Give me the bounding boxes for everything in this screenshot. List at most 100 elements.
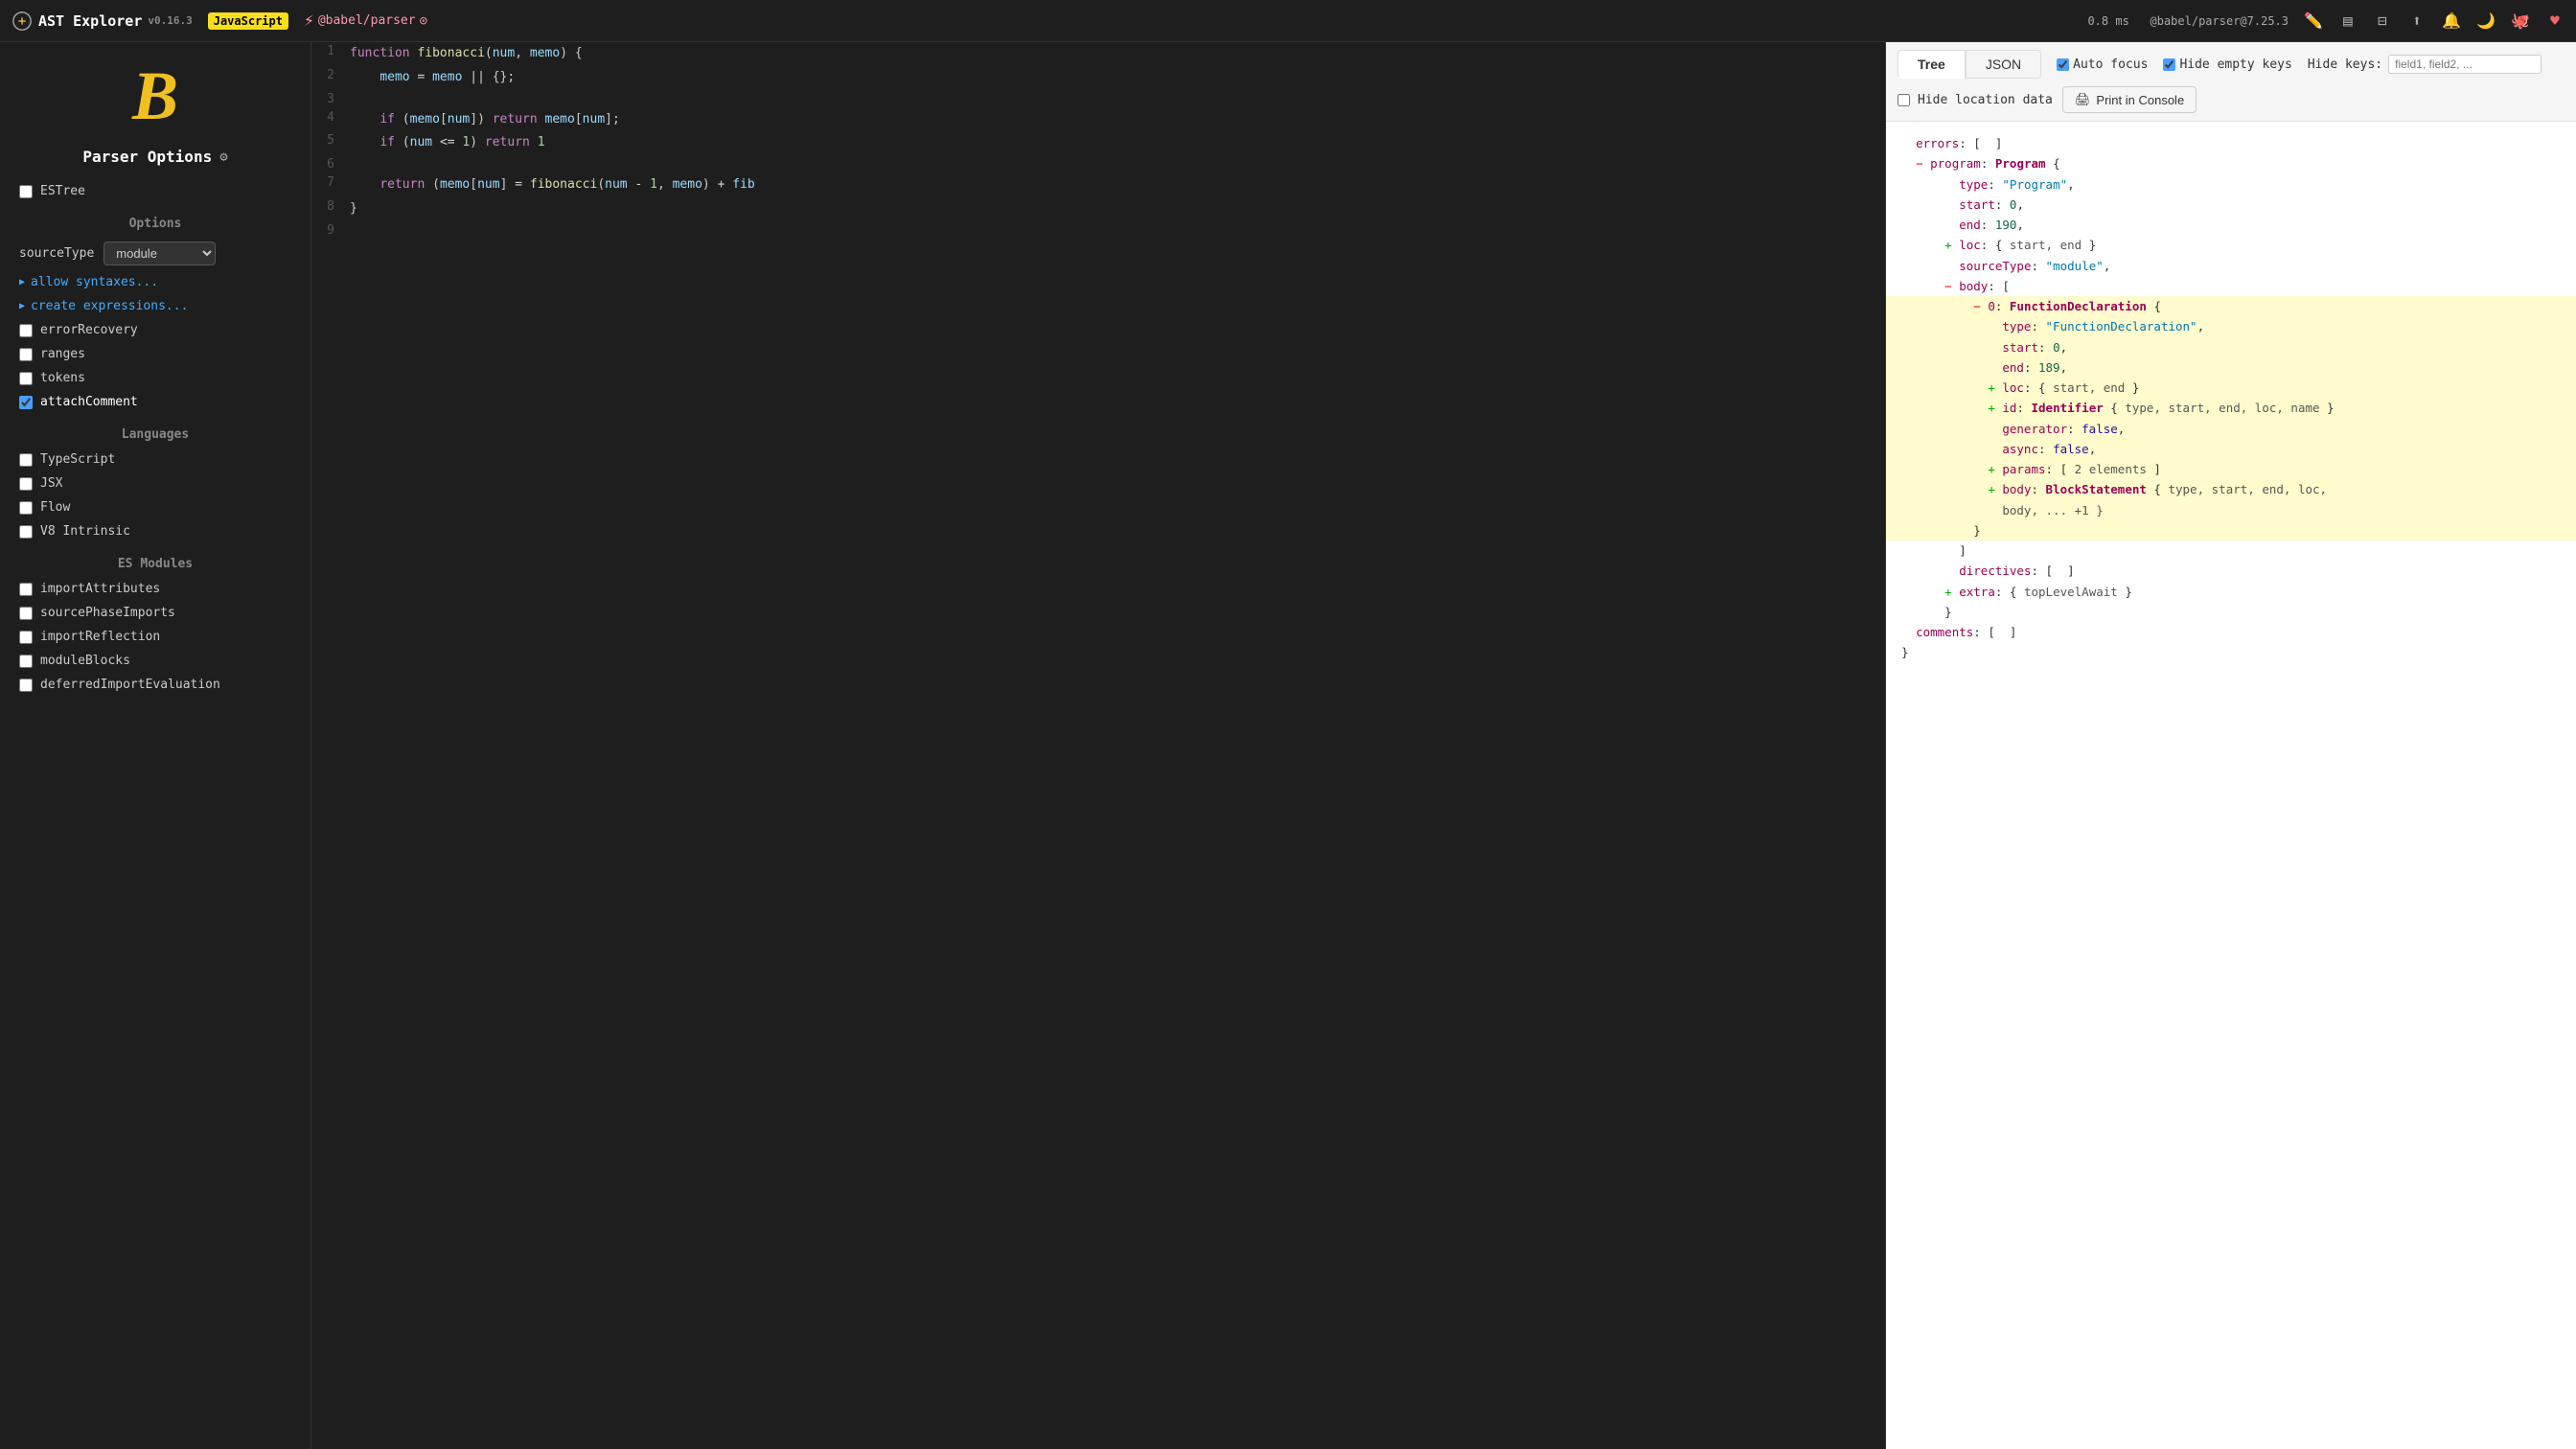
expand-icon[interactable]: + — [1988, 482, 1995, 496]
attach-comment-checkbox[interactable] — [19, 396, 33, 409]
arrow-icon: ▶ — [19, 301, 25, 311]
collapse-icon[interactable]: − — [1916, 156, 1923, 171]
attach-comment-option: attachComment — [0, 390, 310, 414]
code-lines: 1 function fibonacci(num, memo) { 2 memo… — [311, 42, 1885, 240]
ast-line: + loc: { start, end } — [1901, 235, 2561, 255]
error-recovery-label[interactable]: errorRecovery — [40, 323, 138, 337]
parser-badge[interactable]: ⚡ @babel/parser ⊙ — [304, 11, 427, 31]
print-console-button[interactable]: 🖨 Print in Console — [2062, 86, 2196, 113]
import-attributes-option: importAttributes — [0, 577, 310, 601]
flow-checkbox[interactable] — [19, 501, 33, 515]
app-version: v0.16.3 — [148, 14, 192, 27]
moon-icon[interactable]: 🌙 — [2476, 12, 2496, 31]
ast-line: start: 0, — [1901, 337, 2561, 357]
edit-icon[interactable]: ✏️ — [2304, 12, 2323, 31]
expand-icon[interactable]: + — [1988, 462, 1995, 476]
app-name: AST Explorer — [38, 12, 142, 30]
collapse-icon[interactable]: − — [1944, 279, 1952, 293]
expand-icon[interactable]: + — [1944, 238, 1952, 252]
tokens-label[interactable]: tokens — [40, 371, 85, 385]
ast-line: async: false, — [1901, 439, 2561, 459]
hide-keys-input[interactable] — [2388, 55, 2542, 74]
hide-location-checkbox[interactable] — [1898, 94, 1910, 106]
deferred-import-checkbox[interactable] — [19, 678, 33, 692]
es-modules-section-title: ES Modules — [0, 543, 310, 577]
allow-syntaxes-row[interactable]: ▶ allow syntaxes... — [0, 270, 310, 294]
expand-icon[interactable]: + — [1944, 585, 1952, 599]
estree-option: ESTree — [0, 179, 310, 203]
ast-line: + body: BlockStatement { type, start, en… — [1901, 479, 2561, 499]
sidebar-logo: B — [0, 42, 310, 140]
source-phase-imports-checkbox[interactable] — [19, 607, 33, 620]
tab-tree[interactable]: Tree — [1898, 50, 1966, 79]
ast-line: } — [1901, 642, 2561, 662]
ast-line: errors: [ ] — [1901, 133, 2561, 153]
create-expressions-row[interactable]: ▶ create expressions... — [0, 294, 310, 318]
typescript-checkbox[interactable] — [19, 453, 33, 467]
ranges-checkbox[interactable] — [19, 348, 33, 361]
source-phase-imports-option: sourcePhaseImports — [0, 601, 310, 625]
import-attributes-checkbox[interactable] — [19, 583, 33, 596]
ast-line: type: "FunctionDeclaration", — [1901, 316, 2561, 336]
code-area[interactable]: 1 function fibonacci(num, memo) { 2 memo… — [311, 42, 1885, 1449]
error-recovery-checkbox[interactable] — [19, 324, 33, 337]
module-blocks-label[interactable]: moduleBlocks — [40, 654, 130, 668]
flow-label[interactable]: Flow — [40, 500, 70, 515]
import-attributes-label[interactable]: importAttributes — [40, 582, 160, 596]
options-section-title: Options — [0, 203, 310, 237]
language-badge[interactable]: JavaScript — [208, 12, 288, 30]
import-reflection-option: importReflection — [0, 625, 310, 649]
error-recovery-option: errorRecovery — [0, 318, 310, 342]
module-blocks-checkbox[interactable] — [19, 655, 33, 668]
jsx-label[interactable]: JSX — [40, 476, 62, 491]
jsx-checkbox[interactable] — [19, 477, 33, 491]
babel-logo: B — [0, 61, 310, 130]
hide-location-label[interactable]: Hide location data — [1898, 93, 2053, 107]
gear-icon[interactable]: ⚙ — [219, 150, 227, 165]
v8-intrinsic-checkbox[interactable] — [19, 525, 33, 539]
ast-line: generator: false, — [1901, 419, 2561, 439]
ast-line: + extra: { topLevelAwait } — [1901, 582, 2561, 602]
share-icon[interactable]: ⊟ — [2373, 12, 2392, 31]
ranges-label[interactable]: ranges — [40, 347, 85, 361]
github-icon[interactable]: 🐙 — [2511, 12, 2530, 31]
ast-tabs: Tree JSON — [1898, 50, 2041, 79]
ast-line: − 0: FunctionDeclaration { — [1901, 296, 2561, 316]
v8-intrinsic-label[interactable]: V8 Intrinsic — [40, 524, 130, 539]
parser-options-title: Parser Options ⚙ — [0, 140, 310, 179]
typescript-option: TypeScript — [0, 448, 310, 472]
code-editor[interactable]: 1 function fibonacci(num, memo) { 2 memo… — [311, 42, 1886, 1449]
ast-line: start: 0, — [1901, 195, 2561, 215]
bell-icon[interactable]: 🔔 — [2442, 12, 2461, 31]
auto-focus-checkbox[interactable] — [2057, 58, 2069, 71]
hide-empty-keys-label[interactable]: Hide empty keys — [2163, 58, 2291, 72]
code-line-1: 1 function fibonacci(num, memo) { — [311, 42, 1885, 66]
attach-comment-label[interactable]: attachComment — [40, 395, 138, 409]
expand-icon[interactable]: + — [1988, 401, 1995, 415]
tokens-checkbox[interactable] — [19, 372, 33, 385]
collapse-icon[interactable]: − — [1973, 299, 1981, 313]
module-blocks-option: moduleBlocks — [0, 649, 310, 673]
estree-checkbox[interactable] — [19, 185, 33, 198]
ast-line: } — [1901, 520, 2561, 540]
logo-icon — [12, 11, 33, 32]
import-reflection-checkbox[interactable] — [19, 631, 33, 644]
v8-intrinsic-option: V8 Intrinsic — [0, 519, 310, 543]
expand-icon[interactable]: + — [1988, 380, 1995, 395]
layout-icon[interactable]: ▤ — [2338, 12, 2358, 31]
tokens-option: tokens — [0, 366, 310, 390]
hide-empty-keys-checkbox[interactable] — [2163, 58, 2175, 71]
tab-json[interactable]: JSON — [1966, 50, 2041, 79]
source-phase-imports-label[interactable]: sourcePhaseImports — [40, 606, 175, 620]
code-line-3: 3 — [311, 90, 1885, 108]
ast-tree: errors: [ ] − program: Program { type: "… — [1886, 122, 2576, 1449]
import-reflection-label[interactable]: importReflection — [40, 630, 160, 644]
download-icon[interactable]: ⬆ — [2407, 12, 2426, 31]
heart-icon[interactable]: ♥ — [2545, 12, 2564, 31]
typescript-label[interactable]: TypeScript — [40, 452, 115, 467]
ast-line: } — [1901, 602, 2561, 622]
estree-label[interactable]: ESTree — [40, 184, 85, 198]
auto-focus-label[interactable]: Auto focus — [2057, 58, 2148, 72]
deferred-import-label[interactable]: deferredImportEvaluation — [40, 678, 220, 692]
source-type-select[interactable]: script module unambiguous — [104, 242, 216, 265]
